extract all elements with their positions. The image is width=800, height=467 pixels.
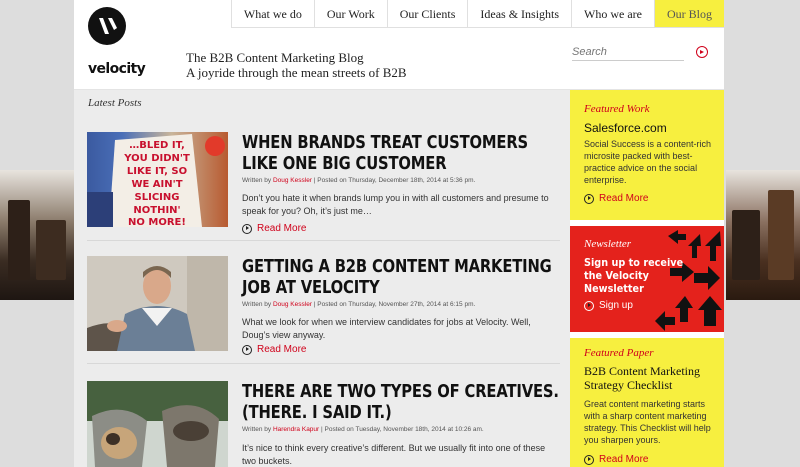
meta-prefix: Written by: [242, 301, 273, 308]
read-more-label: Read More: [257, 344, 307, 355]
read-more-label: Read More: [599, 454, 649, 465]
featured-work-box: Featured Work Salesforce.com Social Succ…: [570, 90, 724, 220]
read-more-link[interactable]: Read More: [242, 223, 306, 234]
arrow-circle-icon: [242, 223, 252, 234]
post-title[interactable]: GETTING A B2B CONTENT MARKETING JOB AT V…: [242, 256, 562, 298]
background-letterpress-left: [0, 170, 74, 300]
page: velocity What we do Our Work Our Clients…: [74, 0, 724, 467]
tagline-title: The B2B Content Marketing Blog: [186, 50, 364, 65]
post-item: …BLED IT, YOU DIDN'T LIKE IT, SO WE AIN'…: [87, 132, 560, 242]
site-header: velocity What we do Our Work Our Clients…: [74, 0, 724, 90]
read-more-label: Read More: [599, 193, 649, 204]
featured-paper-title[interactable]: B2B Content Marketing Strategy Checklist: [584, 364, 719, 392]
post-meta: Written by Doug Kessler | Posted on Thur…: [242, 301, 475, 308]
nav-our-clients[interactable]: Our Clients: [386, 0, 468, 28]
svg-text:LIKE IT, SO: LIKE IT, SO: [127, 166, 187, 177]
post-thumbnail[interactable]: …BLED IT, YOU DIDN'T LIKE IT, SO WE AIN'…: [87, 132, 228, 227]
meta-prefix: Written by: [242, 426, 273, 433]
nav-ideas-insights[interactable]: Ideas & Insights: [467, 0, 572, 28]
nav-our-blog[interactable]: Our Blog: [654, 0, 724, 28]
svg-text:YOU DIDN'T: YOU DIDN'T: [123, 153, 190, 164]
meta-prefix: Written by: [242, 177, 273, 184]
svg-text:…BLED IT,: …BLED IT,: [129, 140, 185, 151]
search-box: [572, 44, 708, 62]
featured-work-text: Social Success is a content-rich microsi…: [584, 139, 712, 185]
nav-what-we-do[interactable]: What we do: [230, 0, 314, 28]
newsletter-label: Newsletter: [584, 238, 632, 250]
post-item: THERE ARE TWO TYPES OF CREATIVES. (THERE…: [87, 381, 560, 467]
svg-text:NO MORE!: NO MORE!: [128, 217, 186, 227]
featured-work-label: Featured Work: [584, 103, 650, 115]
tagline-subtitle: A joyride through the mean streets of B2…: [186, 65, 407, 80]
post-title[interactable]: WHEN BRANDS TREAT CUSTOMERS LIKE ONE BIG…: [242, 132, 562, 174]
background-letterpress-right: [726, 170, 800, 300]
search-submit-icon[interactable]: [696, 46, 708, 58]
arrow-circle-icon: [242, 344, 252, 355]
blog-tagline: The B2B Content Marketing Blog A joyride…: [186, 50, 407, 80]
latest-posts: Latest Posts …BLED IT, YOU DIDN'T LIKE I…: [74, 90, 570, 467]
arrow-circle-icon: [584, 454, 594, 465]
post-excerpt: What we look for when we interview candi…: [242, 317, 531, 340]
featured-paper-box: Featured Paper B2B Content Marketing Str…: [570, 338, 724, 467]
post-title[interactable]: THERE ARE TWO TYPES OF CREATIVES. (THERE…: [242, 381, 562, 423]
divider: [87, 363, 560, 364]
post-author-link[interactable]: Harendra Kapur: [273, 426, 319, 433]
post-excerpt: Don’t you hate it when brands lump you i…: [242, 193, 549, 216]
meta-date: | Posted on Thursday, December 18th, 201…: [311, 177, 476, 184]
signup-label: Sign up: [599, 300, 633, 311]
post-thumbnail[interactable]: [87, 381, 228, 467]
svg-text:NOTHIN': NOTHIN': [133, 205, 180, 216]
velocity-logo-icon[interactable]: [88, 7, 126, 45]
meta-date: | Posted on Tuesday, November 18th, 2014…: [319, 426, 484, 433]
section-title: Latest Posts: [88, 97, 142, 109]
divider: [87, 240, 560, 241]
featured-work-read-more[interactable]: Read More: [584, 193, 648, 204]
arrow-circle-icon: [584, 193, 594, 204]
read-more-link[interactable]: Read More: [242, 344, 306, 355]
svg-text:SLICING: SLICING: [135, 192, 180, 203]
sidebar: Featured Work Salesforce.com Social Succ…: [570, 90, 724, 467]
featured-paper-read-more[interactable]: Read More: [584, 454, 648, 465]
newsletter-title: Sign up to receive the Velocity Newslett…: [584, 256, 684, 295]
arrow-circle-icon: [584, 300, 594, 311]
logo-wordmark[interactable]: velocity: [88, 61, 146, 77]
featured-paper-text: Great content marketing starts with a sh…: [584, 399, 711, 445]
featured-work-title[interactable]: Salesforce.com: [584, 121, 667, 135]
newsletter-box[interactable]: Newsletter Sign up to receive the Veloci…: [570, 226, 724, 332]
svg-text:WE AIN'T: WE AIN'T: [131, 179, 182, 190]
post-meta: Written by Doug Kessler | Posted on Thur…: [242, 177, 475, 184]
meta-date: | Posted on Thursday, November 27th, 201…: [311, 301, 476, 308]
newsletter-signup-button[interactable]: Sign up: [584, 300, 633, 311]
post-author-link[interactable]: Doug Kessler: [273, 177, 312, 184]
post-thumbnail[interactable]: [87, 256, 228, 351]
post-item: GETTING A B2B CONTENT MARKETING JOB AT V…: [87, 256, 560, 366]
main-nav: What we do Our Work Our Clients Ideas & …: [230, 0, 724, 28]
nav-our-work[interactable]: Our Work: [313, 0, 387, 28]
search-input[interactable]: [572, 44, 684, 61]
read-more-label: Read More: [257, 223, 307, 234]
post-meta: Written by Harendra Kapur | Posted on Tu…: [242, 426, 484, 433]
post-author-link[interactable]: Doug Kessler: [273, 301, 312, 308]
featured-paper-label: Featured Paper: [584, 347, 654, 359]
nav-who-we-are[interactable]: Who we are: [571, 0, 654, 28]
post-excerpt: It’s nice to think every creative’s diff…: [242, 443, 546, 466]
